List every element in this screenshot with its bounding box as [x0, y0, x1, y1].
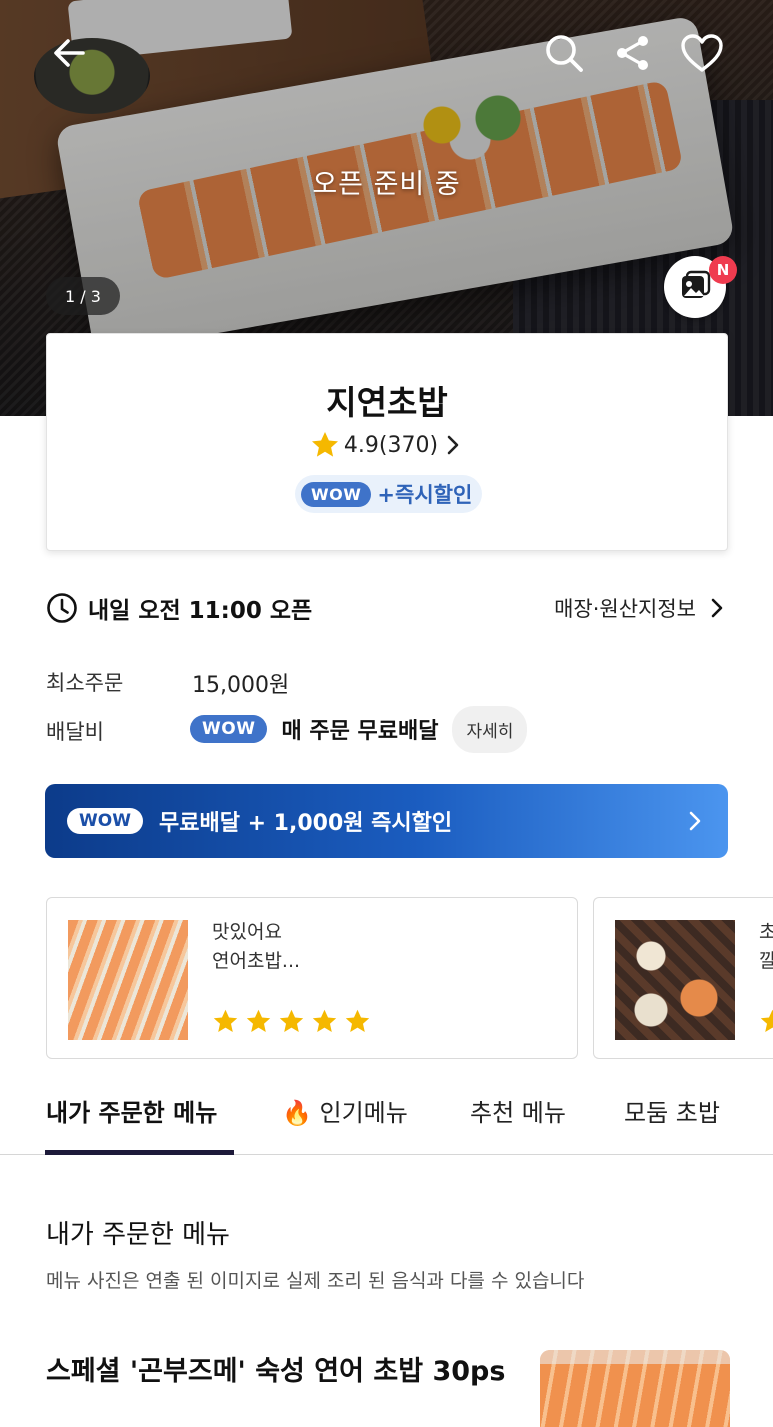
- menu-item-name[interactable]: 스페셜 '곤부즈메' 숙성 연어 초밥 30ps: [46, 1352, 506, 1392]
- review-stars: [759, 1008, 773, 1035]
- share-icon[interactable]: [610, 30, 656, 76]
- review-text-line: 연어초밥...: [212, 950, 301, 972]
- wow-discount-pill: WOW +즉시할인: [295, 475, 483, 513]
- tab-my-ordered-menu[interactable]: 내가 주문한 메뉴: [46, 1093, 217, 1128]
- new-badge: N: [709, 256, 737, 284]
- heart-icon[interactable]: [678, 30, 726, 76]
- review-photo: [615, 920, 735, 1040]
- chevron-right-icon: [689, 811, 701, 831]
- open-hours: 내일 오전 11:00 오픈: [88, 598, 313, 624]
- delivery-detail-button[interactable]: 자세히: [452, 705, 528, 753]
- review-text: 초 깔: [759, 918, 773, 976]
- photo-review-icon: [682, 270, 711, 298]
- menu-item-photo[interactable]: [540, 1350, 730, 1427]
- delivery-fee-label: 배달비: [46, 720, 104, 744]
- star-icon: [246, 1009, 271, 1032]
- star-icon: [279, 1009, 304, 1032]
- tab-popular-menu[interactable]: 🔥 인기메뉴: [282, 1093, 408, 1128]
- review-card[interactable]: 맛있어요 연어초밥...: [46, 897, 578, 1059]
- star-icon: [311, 432, 338, 457]
- back-arrow-icon[interactable]: [46, 30, 92, 76]
- review-text-line: 초: [759, 918, 773, 947]
- min-order-value: 15,000원: [192, 673, 290, 698]
- store-info-label: 매장·원산지정보: [554, 597, 696, 621]
- chevron-right-icon: [447, 435, 459, 455]
- review-photo: [68, 920, 188, 1040]
- review-card[interactable]: 초 깔: [593, 897, 773, 1059]
- menu-tab-bar: 내가 주문한 메뉴 🔥 인기메뉴 추천 메뉴 모둠 초밥: [0, 1085, 773, 1155]
- search-icon[interactable]: [541, 30, 587, 76]
- chevron-right-icon: [711, 598, 723, 618]
- review-text-line: 깔: [759, 947, 773, 976]
- store-info-card: 지연초밥 4.9(370) WOW +즉시할인: [46, 333, 728, 551]
- hero-status-text: 오픈 준비 중: [312, 169, 461, 200]
- review-stars: [212, 1008, 371, 1035]
- section-title: 내가 주문한 메뉴: [46, 1220, 230, 1250]
- tab-assorted-sushi[interactable]: 모둠 초밥: [624, 1093, 720, 1128]
- rating-value: 4.9(370): [343, 432, 439, 458]
- star-icon: [760, 1009, 773, 1032]
- banner-text: 무료배달 + 1,000원 즉시할인: [158, 811, 453, 836]
- open-info-row: 내일 오전 11:00 오픈 매장·원산지정보: [46, 590, 728, 626]
- active-tab-indicator: [45, 1150, 234, 1155]
- star-icon: [345, 1009, 370, 1032]
- section-note: 메뉴 사진은 연출 된 이미지로 실제 조리 된 음식과 다를 수 있습니다: [46, 1270, 585, 1292]
- clock-icon: [47, 593, 77, 623]
- min-order-label: 최소주문: [46, 671, 124, 695]
- store-name: 지연초밥: [326, 383, 448, 422]
- wow-badge: WOW: [190, 715, 268, 743]
- star-icon: [312, 1009, 337, 1032]
- instant-discount-label: +즉시할인: [377, 483, 473, 507]
- review-text-line: 맛있어요: [212, 921, 282, 943]
- wow-badge: WOW: [301, 481, 372, 507]
- rating-link[interactable]: 4.9(370): [47, 430, 727, 460]
- wow-badge: WOW: [67, 808, 143, 834]
- review-text: 맛있어요 연어초밥...: [212, 918, 412, 976]
- delivery-fee-value: 매 주문 무료배달: [281, 719, 439, 744]
- delivery-fee-row: WOW 매 주문 무료배달 자세히: [190, 705, 528, 753]
- store-info-link[interactable]: 매장·원산지정보: [554, 593, 728, 623]
- image-page-counter: 1 / 3: [46, 277, 120, 315]
- wow-promo-banner[interactable]: WOW 무료배달 + 1,000원 즉시할인: [45, 784, 728, 858]
- star-icon: [213, 1009, 238, 1032]
- tab-recommended-menu[interactable]: 추천 메뉴: [470, 1093, 566, 1128]
